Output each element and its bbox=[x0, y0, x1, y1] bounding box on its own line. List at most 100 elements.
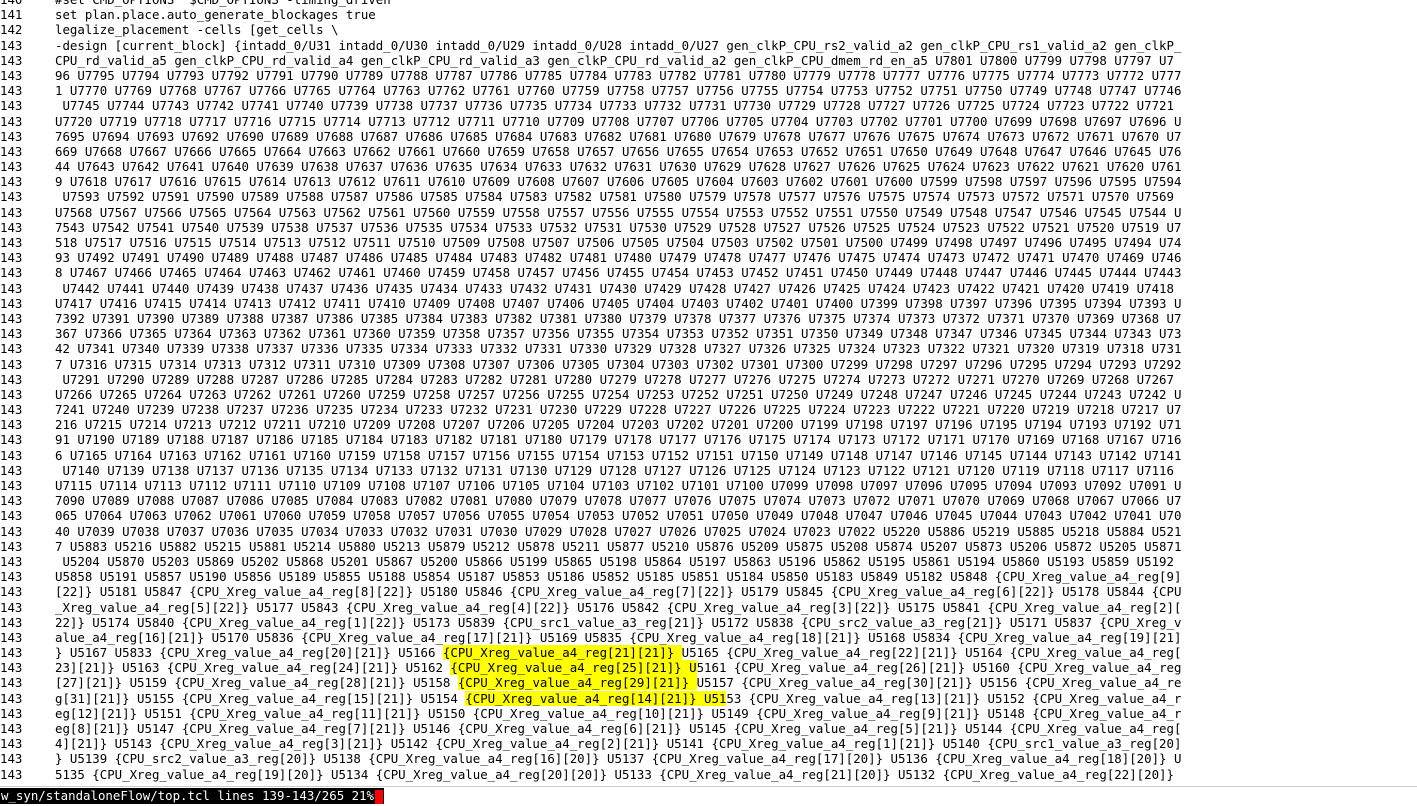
code-line: 143 518 U7517 U7516 U7515 U7514 U7513 U75… bbox=[0, 235, 1417, 250]
line-text: U7140 U7139 U7138 U7137 U7136 U7135 U713… bbox=[55, 462, 1174, 478]
line-number: 143 bbox=[0, 143, 23, 159]
code-line: 143 367 U7366 U7365 U7364 U7363 U7362 U73… bbox=[0, 326, 1417, 341]
line-text: 9 U7618 U7617 U7616 U7615 U7614 U7613 U7… bbox=[55, 174, 1182, 190]
line-text: U7417 U7416 U7415 U7414 U7413 U7412 U741… bbox=[55, 295, 1182, 311]
code-line: 143 U7442 U7441 U7440 U7439 U7438 U7437 … bbox=[0, 281, 1417, 296]
code-line: 143 eg[12][21]} U5151 {CPU_Xreg_value_a4_… bbox=[0, 706, 1417, 721]
line-number: 143 bbox=[0, 265, 23, 281]
line-number: 143 bbox=[0, 356, 23, 372]
code-line: 143 22]} U5174 U5840 {CPU_Xreg_value_a4_r… bbox=[0, 615, 1417, 630]
line-number: 143 bbox=[0, 736, 23, 752]
code-line: 143 7241 U7240 U7239 U7238 U7237 U7236 U7… bbox=[0, 402, 1417, 417]
line-text: 5161 {CPU_Xreg_value_a4_reg[26][21]} U51… bbox=[696, 660, 1182, 676]
line-text: U7115 U7114 U7113 U7112 U7111 U7110 U710… bbox=[55, 478, 1182, 493]
code-line: 143 8 U7467 U7466 U7465 U7464 U7463 U7462… bbox=[0, 265, 1417, 280]
code-line: 143 U7745 U7744 U7743 U7742 U7741 U7740 … bbox=[0, 98, 1417, 113]
code-line: 143 23][21]} U5163 {CPU_Xreg_value_a4_reg… bbox=[0, 660, 1417, 676]
code-line: 143 g[31][21]} U5155 {CPU_Xreg_value_a4_r… bbox=[0, 690, 1417, 706]
status-file-info: w_syn/standaloneFlow/top.tcl lines 139-1… bbox=[1, 788, 374, 803]
code-line: 143 U7593 U7592 U7591 U7590 U7589 U7588 … bbox=[0, 189, 1417, 204]
pager-cursor[interactable] bbox=[375, 789, 383, 804]
code-line: 143 U7568 U7567 U7566 U7565 U7564 U7563 U… bbox=[0, 205, 1417, 220]
line-number: 143 bbox=[0, 189, 23, 205]
line-number: 143 bbox=[0, 341, 23, 357]
line-number: 143 bbox=[0, 417, 23, 433]
search-highlight: {CPU_Xreg_value_a4_reg[21][21]} bbox=[442, 645, 682, 661]
code-line: 143 U7291 U7290 U7289 U7288 U7287 U7286 … bbox=[0, 372, 1417, 387]
line-number: 143 bbox=[0, 432, 23, 448]
line-text: 7 U7316 U7315 U7314 U7313 U7312 U7311 U7… bbox=[55, 356, 1182, 372]
line-text: 42 U7341 U7340 U7339 U7338 U7337 U7336 U… bbox=[55, 341, 1182, 357]
line-text: U5858 U5191 U5857 U5190 U5856 U5189 U585… bbox=[55, 569, 1182, 585]
line-number: 143 bbox=[0, 462, 23, 478]
line-text: U5157 {CPU_Xreg_value_a4_reg[30][21]} U5… bbox=[696, 675, 1182, 691]
line-number: 143 bbox=[0, 508, 23, 524]
line-number: 143 bbox=[0, 751, 23, 767]
line-number: 143 bbox=[0, 478, 23, 493]
line-text: [22]} U5181 U5847 {CPU_Xreg_value_a4_reg… bbox=[55, 584, 1182, 600]
code-line: 143 7090 U7089 U7088 U7087 U7086 U7085 U7… bbox=[0, 493, 1417, 508]
file-content: 140#set CMD_OPTIONS "$CMD_OPTIONS -timin… bbox=[0, 0, 1417, 782]
line-text: 7241 U7240 U7239 U7238 U7237 U7236 U7235… bbox=[55, 402, 1182, 418]
pager-status-bar: w_syn/standaloneFlow/top.tcl lines 139-1… bbox=[0, 786, 1417, 806]
line-text: legalize_placement -cells [get_cells \ bbox=[55, 22, 339, 38]
line-text: } U5167 U5833 {CPU_Xreg_value_a4_reg[20]… bbox=[55, 645, 443, 661]
code-line: 140#set CMD_OPTIONS "$CMD_OPTIONS -timin… bbox=[0, 0, 1417, 7]
line-number: 143 bbox=[0, 493, 23, 509]
line-number: 143 bbox=[0, 98, 23, 114]
line-text: U7720 U7719 U7718 U7717 U7716 U7715 U771… bbox=[55, 113, 1182, 129]
code-line: 143 5135 {CPU_Xreg_value_a4_reg[19][20]} … bbox=[0, 767, 1417, 782]
code-line: 143 U5858 U5191 U5857 U5190 U5856 U5189 U… bbox=[0, 569, 1417, 584]
line-text: 4][21]} U5143 {CPU_Xreg_value_a4_reg[3][… bbox=[55, 736, 1182, 752]
code-line: 143 6 U7165 U7164 U7163 U7162 U7161 U7160… bbox=[0, 448, 1417, 463]
line-number: 143 bbox=[0, 690, 23, 706]
line-number: 143 bbox=[0, 766, 23, 782]
code-line: 143 7543 U7542 U7541 U7540 U7539 U7538 U7… bbox=[0, 220, 1417, 235]
line-text: U5204 U5870 U5203 U5869 U5202 U5868 U520… bbox=[55, 553, 1174, 569]
line-number: 143 bbox=[0, 83, 23, 99]
line-number: 143 bbox=[0, 295, 23, 311]
line-number: 143 bbox=[0, 219, 23, 235]
line-text: 518 U7517 U7516 U7515 U7514 U7513 U7512 … bbox=[55, 235, 1182, 250]
code-line: 142 legalize_placement -cells [get_cells … bbox=[0, 22, 1417, 37]
line-text: U7568 U7567 U7566 U7565 U7564 U7563 U756… bbox=[55, 204, 1182, 220]
line-text: eg[12][21]} U5151 {CPU_Xreg_value_a4_reg… bbox=[55, 705, 1182, 721]
line-text: #set CMD_OPTIONS "$CMD_OPTIONS -timing_d… bbox=[55, 0, 398, 7]
line-number: 143 bbox=[0, 326, 23, 342]
code-line: 143 9 U7618 U7617 U7616 U7615 U7614 U7613… bbox=[0, 174, 1417, 189]
line-text: U7266 U7265 U7264 U7263 U7262 U7261 U726… bbox=[55, 386, 1182, 402]
code-line: 143 44 U7643 U7642 U7641 U7640 U7639 U763… bbox=[0, 159, 1417, 174]
terminal-pager-view[interactable]: 140#set CMD_OPTIONS "$CMD_OPTIONS -timin… bbox=[0, 0, 1417, 786]
line-text: U7745 U7744 U7743 U7742 U7741 U7740 U773… bbox=[55, 98, 1174, 114]
line-text: 7695 U7694 U7693 U7692 U7690 U7689 U7688… bbox=[55, 128, 1182, 144]
code-line: 143 42 U7341 U7340 U7339 U7338 U7337 U733… bbox=[0, 341, 1417, 356]
line-text: alue_a4_reg[16][21]} U5170 U5836 {CPU_Xr… bbox=[55, 629, 1182, 645]
line-number: 143 bbox=[0, 113, 23, 129]
line-text: 44 U7643 U7642 U7641 U7640 U7639 U7638 U… bbox=[55, 159, 1182, 175]
line-text: 96 U7795 U7794 U7793 U7792 U7791 U7790 U… bbox=[55, 67, 1182, 83]
line-text: 53 {CPU_Xreg_value_a4_reg[13][21]} U5152… bbox=[726, 690, 1182, 706]
line-number: 143 bbox=[0, 599, 23, 615]
line-number: 143 bbox=[0, 721, 23, 736]
line-text: 367 U7366 U7365 U7364 U7363 U7362 U7361 … bbox=[55, 326, 1182, 342]
line-number: 143 bbox=[0, 553, 23, 569]
line-number: 143 bbox=[0, 204, 23, 220]
code-line: 143 U7140 U7139 U7138 U7137 U7136 U7135 … bbox=[0, 463, 1417, 478]
code-line: 143 7392 U7391 U7390 U7389 U7388 U7387 U7… bbox=[0, 311, 1417, 326]
line-number: 143 bbox=[0, 128, 23, 144]
code-line: 143 alue_a4_reg[16][21]} U5170 U5836 {CPU… bbox=[0, 630, 1417, 645]
line-number: 143 bbox=[0, 660, 23, 676]
code-line: 143 216 U7215 U7214 U7213 U7212 U7211 U72… bbox=[0, 417, 1417, 432]
line-number: 143 bbox=[0, 614, 23, 630]
code-line: 143} U5139 {CPU_src2_value_a3_reg[20]} U… bbox=[0, 751, 1417, 766]
line-number: 143 bbox=[0, 310, 23, 326]
line-text: 7090 U7089 U7088 U7087 U7086 U7085 U7084… bbox=[55, 493, 1182, 509]
line-text: 7392 U7391 U7390 U7389 U7388 U7387 U7386… bbox=[55, 310, 1182, 326]
line-number: 143 bbox=[0, 629, 23, 645]
code-line: 143 4][21]} U5143 {CPU_Xreg_value_a4_reg[… bbox=[0, 736, 1417, 751]
code-line: 143 93 U7492 U7491 U7490 U7489 U7488 U748… bbox=[0, 250, 1417, 265]
line-number: 143 bbox=[0, 402, 23, 418]
line-text: [27][21]} U5159 {CPU_Xreg_value_a4_reg[2… bbox=[55, 675, 458, 691]
line-number: 143 bbox=[0, 523, 23, 539]
line-text: 5135 {CPU_Xreg_value_a4_reg[19][20]} U51… bbox=[55, 766, 1174, 782]
